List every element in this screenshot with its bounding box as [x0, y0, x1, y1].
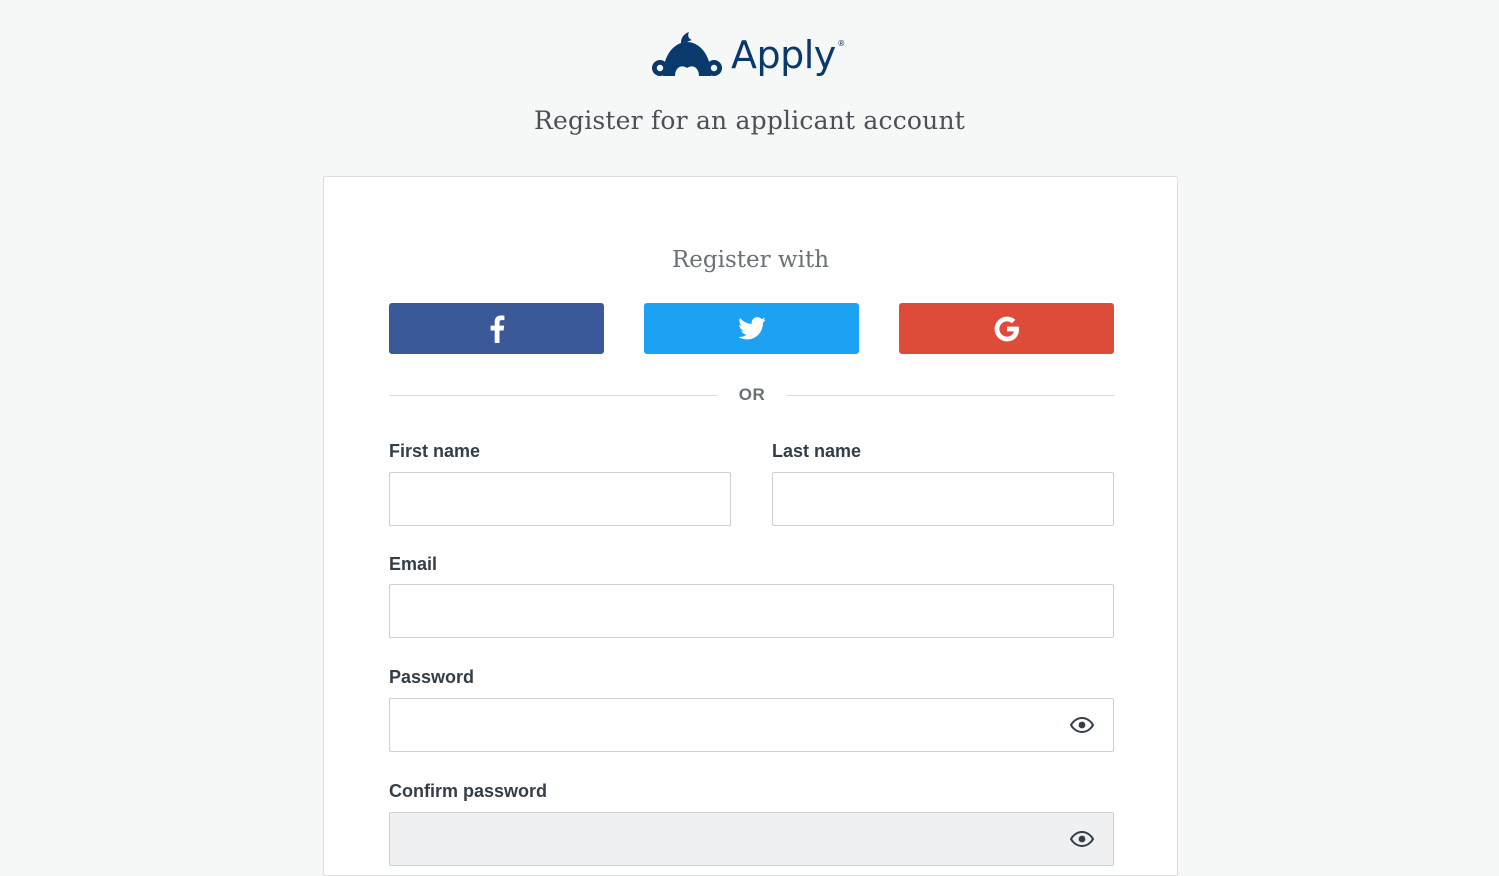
first-name-label: First name — [389, 441, 481, 461]
or-text: OR — [738, 385, 766, 404]
google-icon — [994, 316, 1019, 341]
show-password-toggle[interactable] — [1069, 712, 1095, 738]
twitter-icon — [737, 317, 766, 340]
eye-icon — [1070, 831, 1094, 847]
separator-line-left — [389, 395, 718, 396]
last-name-input[interactable] — [772, 472, 1114, 526]
brand-name: Apply ® — [731, 33, 845, 77]
last-name-label: Last name — [772, 441, 862, 461]
registered-mark: ® — [837, 39, 845, 48]
password-input[interactable] — [389, 698, 1114, 752]
separator-line-right — [786, 395, 1114, 396]
first-name-input[interactable] — [389, 472, 731, 526]
eye-icon — [1070, 717, 1094, 733]
facebook-register-button[interactable] — [389, 303, 604, 354]
registration-card: Register with OR First name Last name Em… — [323, 176, 1178, 876]
page-subtitle: Register for an applicant account — [533, 106, 966, 135]
brand-logo: Apply ® — [651, 27, 845, 83]
facebook-icon — [490, 315, 504, 343]
register-with-heading: Register with — [671, 247, 830, 273]
email-label: Email — [389, 554, 438, 574]
email-input[interactable] — [389, 584, 1114, 638]
or-separator: OR — [389, 384, 1114, 406]
monkey-logo-icon — [652, 32, 722, 76]
show-confirm-password-toggle[interactable] — [1069, 826, 1095, 852]
confirm-password-label: Confirm password — [389, 781, 548, 801]
password-label: Password — [389, 667, 475, 687]
twitter-register-button[interactable] — [644, 303, 859, 354]
google-register-button[interactable] — [899, 303, 1114, 354]
confirm-password-input[interactable] — [389, 812, 1114, 866]
